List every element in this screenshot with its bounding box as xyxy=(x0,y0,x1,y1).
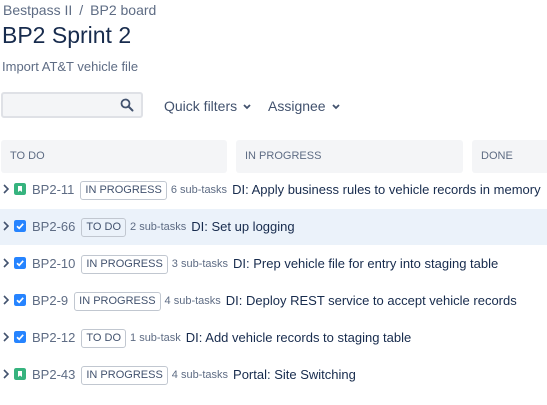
breadcrumb-separator: / xyxy=(79,2,84,18)
breadcrumb-project-link[interactable]: Bestpass II xyxy=(3,2,72,18)
issue-content: BP2-12 TO DO 1 sub-task DI: Add vehicle rec… xyxy=(32,320,411,356)
issue-key[interactable]: BP2-12 xyxy=(32,320,75,356)
issue-key[interactable]: BP2-11 xyxy=(32,172,74,208)
issue-summary[interactable]: DI: Deploy REST service to accept vehicl… xyxy=(226,283,517,319)
status-badge: IN PROGRESS xyxy=(74,291,161,311)
issue-row[interactable]: BP2-43 IN PROGRESS 4 sub-tasks Portal: Site… xyxy=(0,357,547,393)
chevron-right-icon[interactable] xyxy=(3,221,9,231)
breadcrumb-board-link[interactable]: BP2 board xyxy=(90,2,156,18)
issue-key[interactable]: BP2-66 xyxy=(32,209,75,245)
column-header-in-progress[interactable]: IN PROGRESS xyxy=(236,140,463,173)
chevron-down-icon xyxy=(243,104,251,110)
assignee-label: Assignee xyxy=(268,98,326,114)
chevron-right-icon[interactable] xyxy=(3,258,9,268)
story-icon xyxy=(14,183,26,195)
subtask-count: 2 sub-tasks xyxy=(130,221,187,233)
issue-summary[interactable]: DI: Set up logging xyxy=(191,209,294,245)
issue-key[interactable]: BP2-10 xyxy=(32,246,75,282)
task-icon xyxy=(14,257,26,269)
chevron-down-icon xyxy=(331,104,340,110)
issue-row[interactable]: BP2-10 IN PROGRESS 3 sub-tasks DI: Prep veh… xyxy=(0,246,547,282)
column-header-done[interactable]: DONE xyxy=(472,140,547,173)
search-input[interactable] xyxy=(3,94,125,116)
issue-summary[interactable]: DI: Prep vehicle file for entry into sta… xyxy=(233,246,498,282)
subtask-count: 4 sub-tasks xyxy=(164,295,221,307)
subtask-count: 1 sub-task xyxy=(130,332,181,344)
sprint-goal: Import AT&T vehicle file xyxy=(2,59,139,74)
issue-row[interactable]: BP2-11 IN PROGRESS 6 sub-tasks DI: Apply bu… xyxy=(0,172,547,208)
quick-filters-dropdown[interactable]: Quick filters xyxy=(164,98,251,114)
search-icon[interactable] xyxy=(120,98,134,112)
issue-summary[interactable]: DI: Apply business rules to vehicle reco… xyxy=(232,172,541,208)
chevron-right-icon[interactable] xyxy=(3,369,9,379)
task-icon xyxy=(14,331,26,343)
task-icon xyxy=(14,294,26,306)
status-badge: IN PROGRESS xyxy=(81,254,168,274)
chevron-right-icon[interactable] xyxy=(3,184,9,194)
issue-content: BP2-10 IN PROGRESS 3 sub-tasks DI: Prep veh… xyxy=(32,246,498,282)
issue-row[interactable]: BP2-66 TO DO 2 sub-tasks DI: Set up logging xyxy=(0,209,547,245)
issue-summary[interactable]: Portal: Site Switching xyxy=(233,357,356,393)
story-icon xyxy=(14,368,26,380)
status-badge: IN PROGRESS xyxy=(81,365,168,385)
subtask-count: 4 sub-tasks xyxy=(171,369,229,381)
assignee-dropdown[interactable]: Assignee xyxy=(268,98,340,114)
status-badge: TO DO xyxy=(81,328,127,348)
issue-row[interactable]: BP2-12 TO DO 1 sub-task DI: Add vehicle rec… xyxy=(0,320,547,356)
issue-content: BP2-11 IN PROGRESS 6 sub-tasks DI: Apply bu… xyxy=(32,172,541,208)
issue-content: BP2-66 TO DO 2 sub-tasks DI: Set up logging xyxy=(32,209,295,245)
breadcrumb: Bestpass II / BP2 board xyxy=(3,2,156,18)
issue-key[interactable]: BP2-43 xyxy=(32,357,75,393)
sprint-board-page: Bestpass II / BP2 board BP2 Sprint 2 Impor… xyxy=(0,0,547,405)
chevron-right-icon[interactable] xyxy=(3,332,9,342)
issue-row[interactable]: BP2-9 IN PROGRESS 4 sub-tasks DI: Deploy RE… xyxy=(0,283,547,319)
subtask-count: 6 sub-tasks xyxy=(170,184,228,196)
quick-filters-label: Quick filters xyxy=(164,98,238,114)
issue-key[interactable]: BP2-9 xyxy=(32,283,68,319)
issue-content: BP2-43 IN PROGRESS 4 sub-tasks Portal: Site… xyxy=(32,357,356,393)
chevron-right-icon[interactable] xyxy=(3,295,9,305)
column-header-todo[interactable]: TO DO xyxy=(1,140,227,173)
issue-summary[interactable]: DI: Add vehicle records to staging table xyxy=(186,320,411,356)
status-badge: TO DO xyxy=(81,217,127,237)
search-box[interactable] xyxy=(1,92,143,118)
task-icon xyxy=(14,220,26,232)
status-badge: IN PROGRESS xyxy=(80,180,167,200)
issue-content: BP2-9 IN PROGRESS 4 sub-tasks DI: Deploy RE… xyxy=(32,283,517,319)
subtask-count: 3 sub-tasks xyxy=(171,258,229,270)
page-title: BP2 Sprint 2 xyxy=(2,22,132,48)
